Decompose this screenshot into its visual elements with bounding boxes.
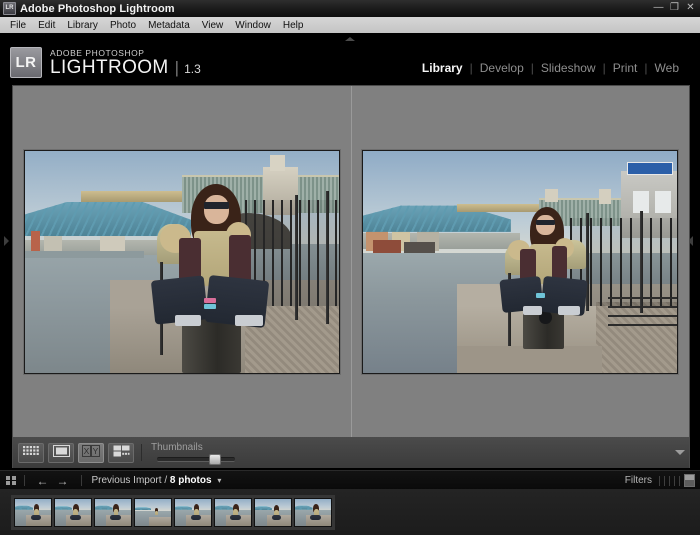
filter-tick-5[interactable]: [679, 476, 680, 486]
thumbnails-control: Thumbnails: [151, 442, 235, 464]
thumbnails-size-slider[interactable]: [157, 452, 235, 464]
version-label: 1.3: [184, 60, 201, 79]
toolbar-right-controls: [675, 450, 685, 455]
menu-window[interactable]: Window: [229, 18, 277, 33]
compare-pane-candidate[interactable]: [352, 86, 690, 438]
filmstrip: [0, 489, 700, 535]
filmstrip-header: ← → Previous Import / 8 photos ▾ Filters: [0, 470, 700, 491]
breadcrumb-separator: /: [164, 475, 167, 486]
survey-view-button[interactable]: [108, 443, 134, 463]
lightroom-frame: LR ADOBE PHOTOSHOP LIGHTROOM | 1.3 Libra…: [0, 33, 700, 502]
svg-text:X: X: [84, 446, 90, 456]
filter-tick-1[interactable]: [659, 476, 660, 486]
filter-tick-4[interactable]: [674, 476, 675, 486]
view-toolbar: X Y: [12, 437, 690, 468]
menu-edit[interactable]: Edit: [32, 18, 61, 33]
nav-forward-arrow-icon[interactable]: →: [57, 475, 69, 487]
breadcrumb-count: 8 photos: [170, 475, 212, 486]
identity-plate-bar: LR ADOBE PHOTOSHOP LIGHTROOM | 1.3 Libra…: [0, 44, 700, 84]
toolbar-separator: [141, 444, 142, 461]
breadcrumb[interactable]: Previous Import / 8 photos ▾: [92, 475, 222, 486]
module-web[interactable]: Web: [648, 61, 686, 75]
wordmark: ADOBE PHOTOSHOP LIGHTROOM | 1.3: [50, 47, 201, 79]
compare-pane-select[interactable]: [13, 86, 351, 438]
module-develop[interactable]: Develop: [473, 61, 531, 75]
breadcrumb-dropdown-icon[interactable]: ▾: [217, 476, 221, 485]
compare-view-area: [12, 85, 690, 439]
filters-label: Filters: [625, 475, 652, 486]
menu-view[interactable]: View: [196, 18, 230, 33]
filmstrip-separator-1: [24, 475, 25, 486]
top-panel-toggle[interactable]: [342, 35, 358, 43]
filmstrip-thumbnails: [11, 495, 335, 530]
compare-xy-icon: X Y: [82, 444, 100, 462]
grid-icon: [23, 444, 39, 462]
title-bar: LR Adobe Photoshop Lightroom — ❐ ✕: [0, 0, 700, 18]
identity-plate[interactable]: LR ADOBE PHOTOSHOP LIGHTROOM | 1.3: [10, 47, 201, 79]
menu-help[interactable]: Help: [277, 18, 310, 33]
window-controls: — ❐ ✕: [652, 2, 697, 14]
select-photo[interactable]: [24, 150, 340, 374]
breadcrumb-source: Previous Import: [92, 475, 162, 486]
filmstrip-grid-icon[interactable]: [6, 476, 16, 486]
menu-library[interactable]: Library: [61, 18, 104, 33]
module-library[interactable]: Library: [415, 61, 470, 75]
lightroom-app-icon: LR: [3, 2, 16, 15]
window-title: Adobe Photoshop Lightroom: [20, 3, 175, 15]
grid-view-button[interactable]: [18, 443, 44, 463]
module-picker: Library | Develop | Slideshow | Print | …: [415, 61, 686, 75]
lightroom-window: LR Adobe Photoshop Lightroom — ❐ ✕ File …: [0, 0, 700, 502]
loupe-icon: [53, 444, 70, 462]
view-mode-buttons: X Y: [18, 443, 134, 463]
filter-tick-3[interactable]: [669, 476, 670, 486]
menu-photo[interactable]: Photo: [104, 18, 142, 33]
close-button[interactable]: ✕: [684, 2, 697, 14]
brand-separator: |: [175, 58, 179, 77]
svg-text:Y: Y: [93, 446, 99, 456]
menu-bar: File Edit Library Photo Metadata View Wi…: [0, 17, 700, 34]
survey-icon: [113, 444, 130, 462]
brand-lightroom: LIGHTROOM: [50, 58, 169, 78]
restore-button[interactable]: ❐: [668, 2, 681, 14]
menu-file[interactable]: File: [4, 18, 32, 33]
minimize-button[interactable]: —: [652, 2, 665, 14]
filter-panel-icon[interactable]: [684, 474, 695, 487]
lr-badge-icon: LR: [10, 47, 42, 78]
slider-handle[interactable]: [209, 454, 221, 465]
left-panel-toggle[interactable]: [4, 233, 12, 247]
toolbar-chevron-down-icon[interactable]: [675, 450, 685, 455]
module-slideshow[interactable]: Slideshow: [534, 61, 603, 75]
menu-metadata[interactable]: Metadata: [142, 18, 196, 33]
module-print[interactable]: Print: [606, 61, 645, 75]
filter-tick-2[interactable]: [664, 476, 665, 486]
loupe-view-button[interactable]: [48, 443, 74, 463]
candidate-photo[interactable]: [362, 150, 678, 374]
slider-track: [157, 457, 235, 462]
filmstrip-separator-2: [81, 475, 82, 486]
nav-back-arrow-icon[interactable]: ←: [37, 475, 49, 487]
filters-control[interactable]: Filters: [625, 474, 695, 487]
compare-view-button[interactable]: X Y: [78, 443, 104, 463]
